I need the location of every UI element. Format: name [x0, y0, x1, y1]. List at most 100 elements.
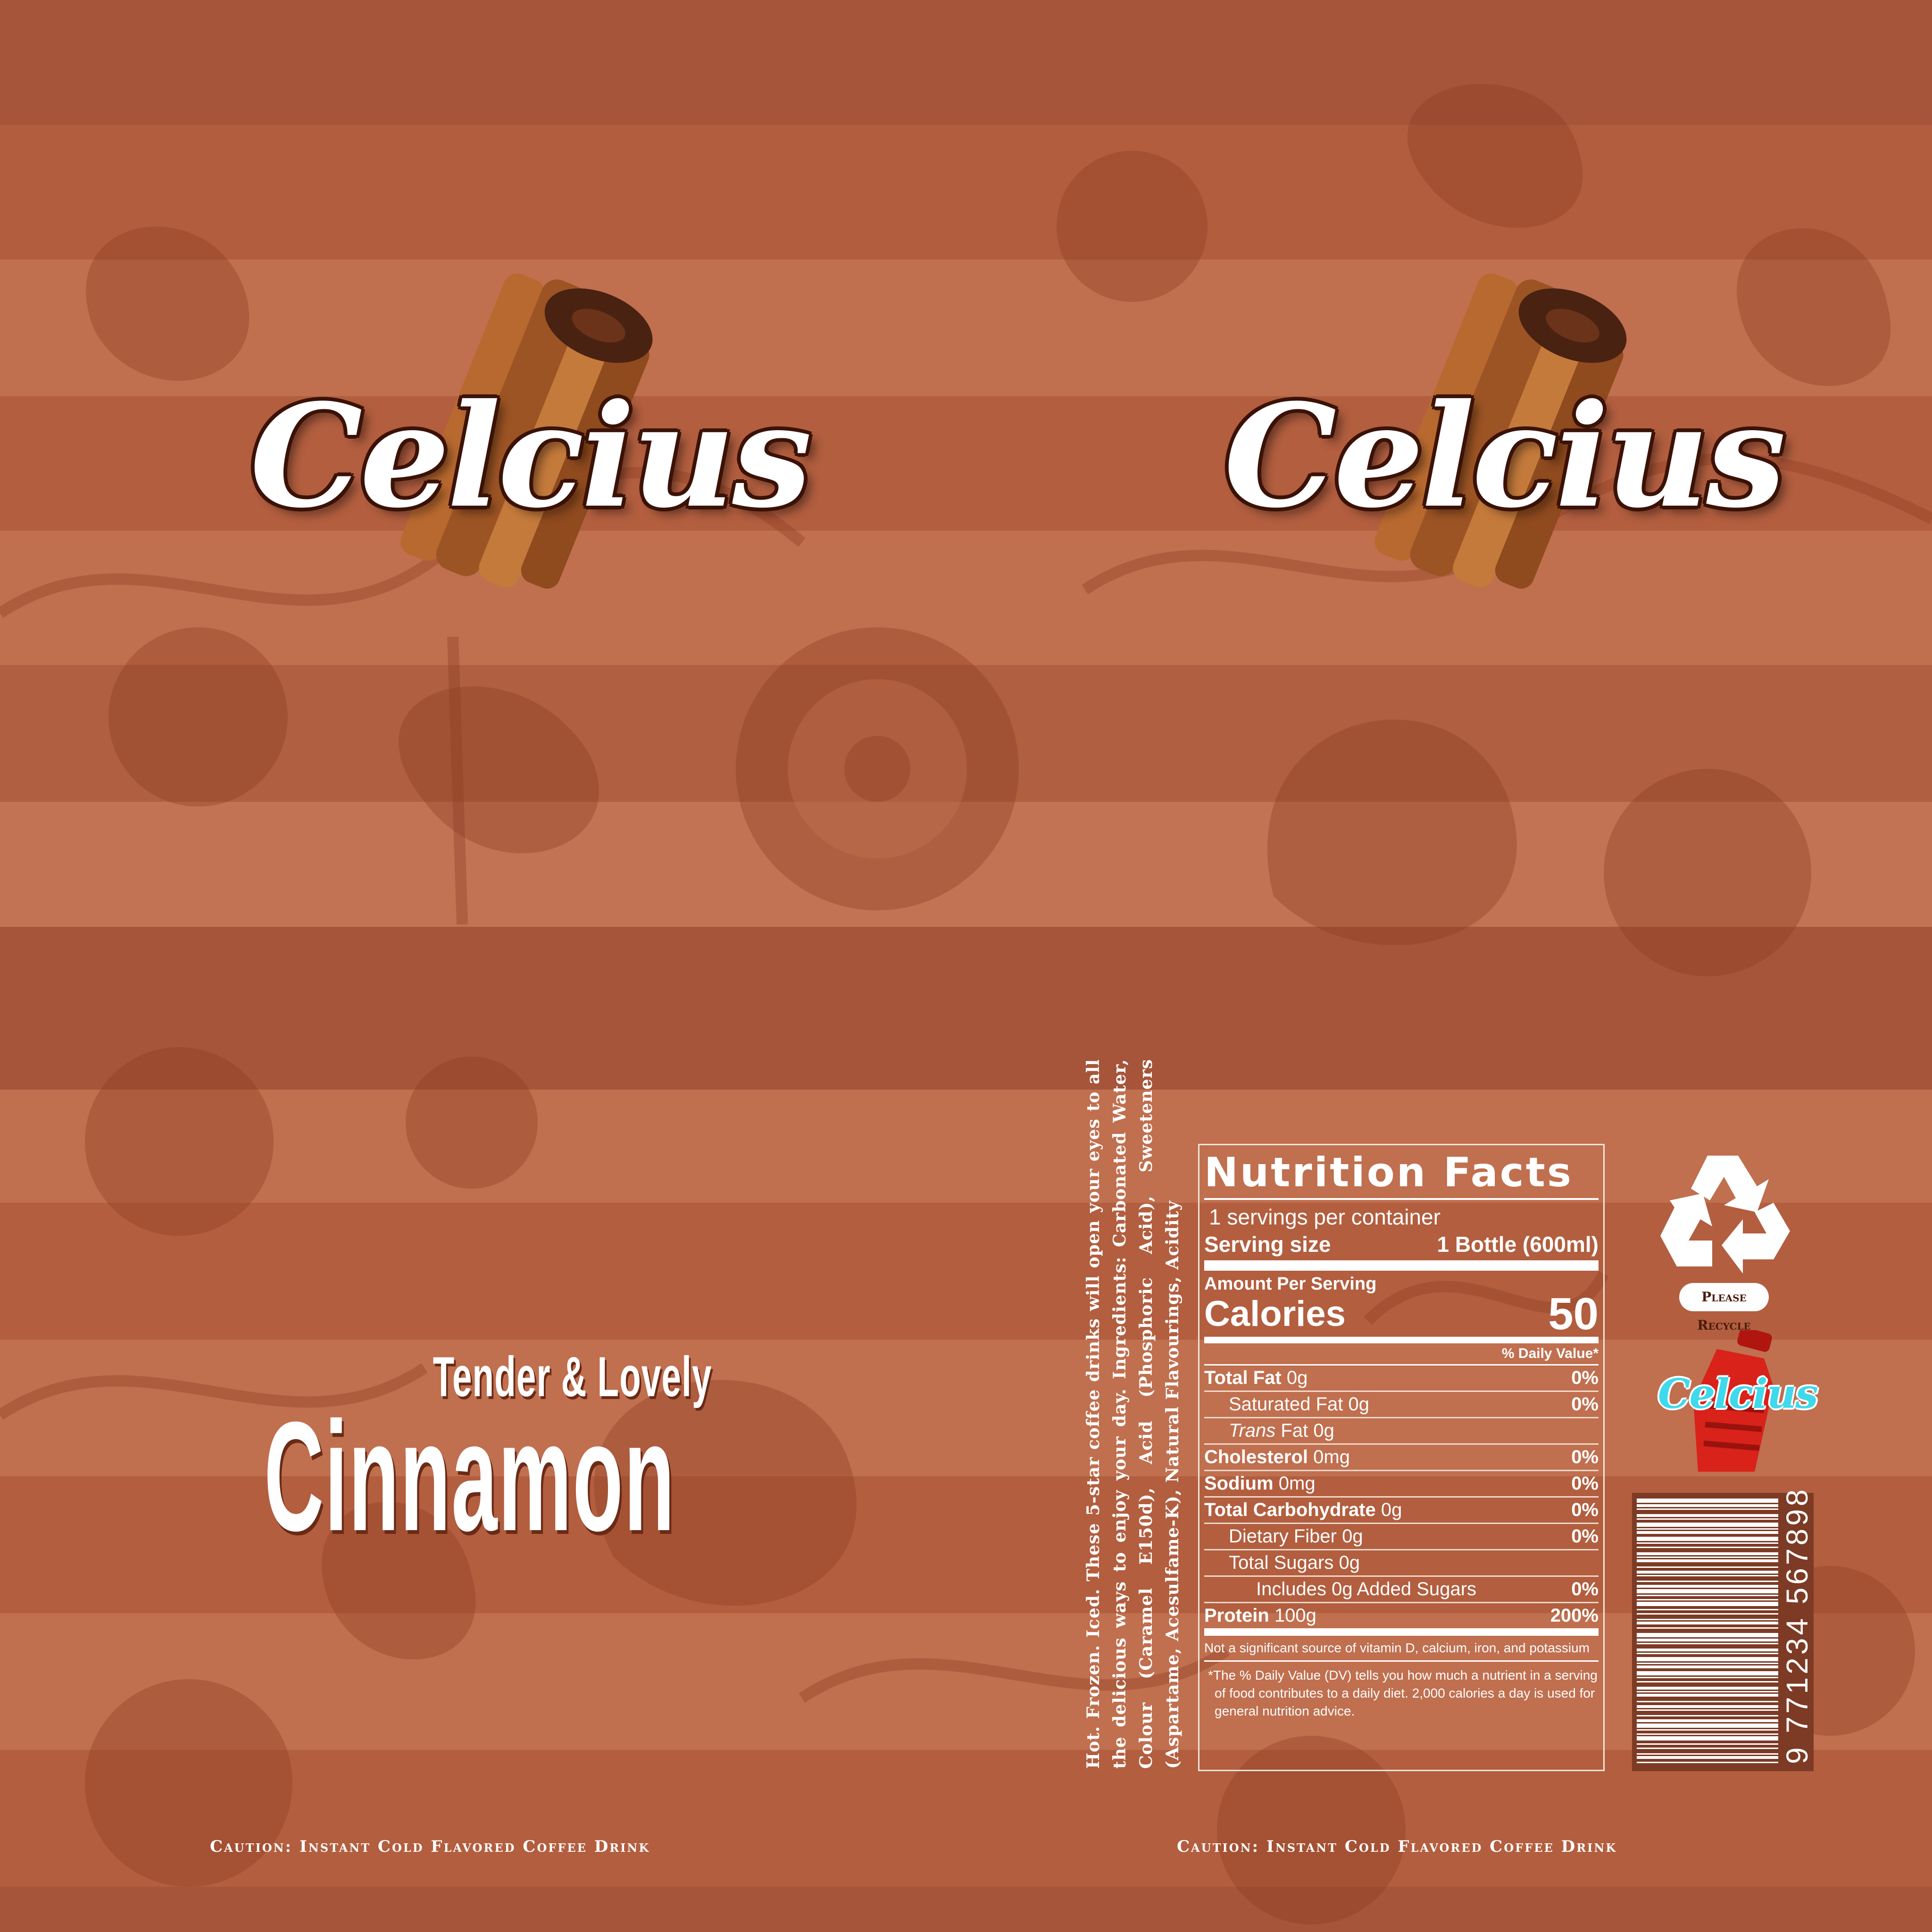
nutrient-row: Includes 0g Added Sugars 0%	[1204, 1577, 1599, 1603]
barcode-bar	[1637, 1756, 1778, 1759]
barcode-number: 9 771234 567898	[1780, 1486, 1814, 1764]
barcode-bar	[1637, 1649, 1778, 1651]
barcode-bar	[1637, 1715, 1778, 1716]
nutrient-amount: 0g	[1339, 1552, 1360, 1573]
barcode-bar	[1637, 1589, 1778, 1593]
nutrient-label: Trans	[1229, 1420, 1276, 1441]
nutrient-amount: 0g	[1348, 1394, 1370, 1415]
barcode-bar	[1637, 1552, 1778, 1555]
brand-logo-right: Celcius	[1224, 264, 1786, 604]
nutrient-label: Total Sugars	[1229, 1552, 1334, 1573]
barcode-bar	[1637, 1736, 1778, 1740]
barcode-bar	[1637, 1663, 1778, 1664]
nutrient-row: Saturated Fat 0g 0%	[1204, 1392, 1599, 1418]
nutrient-row: Total Sugars 0g	[1204, 1550, 1599, 1577]
barcode-bar	[1637, 1547, 1778, 1548]
barcode-bar	[1637, 1694, 1778, 1697]
nutrient-label: Includes 0g Added Sugars	[1256, 1579, 1477, 1599]
barcode-bar	[1637, 1681, 1778, 1682]
barcode-bar	[1637, 1705, 1778, 1708]
calories-label: Calories	[1204, 1294, 1346, 1334]
barcode-bar	[1637, 1585, 1778, 1588]
barcode-bar	[1637, 1602, 1778, 1606]
daily-value-header: % Daily Value*	[1204, 1343, 1599, 1366]
barcode-bar	[1637, 1691, 1778, 1692]
barcode-bar	[1637, 1709, 1778, 1711]
barcode-bar	[1637, 1748, 1778, 1749]
calories-row: Calories 50	[1204, 1289, 1599, 1343]
barcode-bar	[1637, 1531, 1778, 1534]
brand-logo-left: Celcius	[250, 264, 812, 604]
nutrient-label: Total Fat	[1204, 1367, 1282, 1388]
barcode-bar	[1637, 1639, 1778, 1641]
nutrient-label: Cholesterol	[1204, 1447, 1308, 1467]
caution-text-left: Caution: Instant Cold Flavored Coffee Dr…	[210, 1837, 650, 1856]
barcode-bar	[1637, 1643, 1778, 1644]
nutrition-facts-panel: Nutrition Facts 1 servings per container…	[1198, 1144, 1605, 1771]
nutrient-row: Cholesterol 0mg 0%	[1204, 1445, 1599, 1471]
serving-size-value: 1 Bottle (600ml)	[1437, 1232, 1599, 1257]
divider	[1204, 1198, 1599, 1200]
barcode-bar	[1637, 1609, 1778, 1610]
nutrient-amount: 0g	[1286, 1367, 1308, 1388]
servings-per-container: 1 servings per container	[1209, 1205, 1441, 1229]
barcode-bar	[1637, 1575, 1778, 1576]
nutrient-amount: 0g	[1381, 1499, 1402, 1520]
nutrient-percent: 0%	[1571, 1473, 1599, 1494]
nutrient-amount: 0g	[1313, 1420, 1334, 1441]
nutrient-label: Total Carbohydrate	[1204, 1499, 1376, 1520]
nutrient-label-suffix: Fat	[1281, 1420, 1308, 1441]
barcode-bar	[1637, 1627, 1778, 1629]
nutrition-note: Not a significant source of vitamin D, c…	[1204, 1636, 1599, 1662]
barcode-bar	[1637, 1687, 1778, 1690]
barcode-bar	[1637, 1671, 1778, 1675]
barcode-bar	[1637, 1677, 1778, 1678]
brand-wordmark: Celcius	[250, 373, 812, 539]
barcode-bar	[1637, 1733, 1778, 1735]
nutrient-amount: 100g	[1274, 1605, 1316, 1626]
calories-value: 50	[1548, 1289, 1599, 1339]
ingredients-text: Hot. Frozen. Iced. These 5-star coffee d…	[1083, 1059, 1183, 1769]
barcode-bar	[1637, 1753, 1778, 1755]
barcode-bar	[1637, 1514, 1778, 1517]
barcode-bar	[1637, 1701, 1778, 1702]
barcode-bar	[1637, 1508, 1778, 1510]
nutrient-percent: 0%	[1571, 1526, 1599, 1547]
nutrient-percent: 0%	[1571, 1499, 1599, 1520]
barcode-bar	[1637, 1762, 1778, 1763]
bottle-brand-wordmark: Celcius	[1658, 1370, 1818, 1418]
barcode-bar	[1637, 1581, 1778, 1582]
nutrient-label: Dietary Fiber	[1229, 1526, 1337, 1547]
nutrient-amount: 0g	[1342, 1526, 1363, 1547]
barcode-bar	[1637, 1542, 1778, 1544]
barcode-bar	[1637, 1557, 1778, 1558]
barcode-bar	[1637, 1622, 1778, 1624]
barcode-bar	[1637, 1559, 1778, 1562]
barcode-bar	[1637, 1719, 1778, 1722]
nutrient-percent: 0%	[1571, 1394, 1599, 1415]
barcode-bar	[1637, 1523, 1778, 1527]
barcode-bar	[1637, 1743, 1778, 1745]
barcode-bar	[1637, 1729, 1778, 1731]
serving-size-label: Serving size	[1204, 1232, 1331, 1257]
nutrient-percent: 200%	[1550, 1605, 1599, 1626]
nutrient-row: Protein 100g 200%	[1204, 1603, 1599, 1636]
caution-text-right: Caution: Instant Cold Flavored Coffee Dr…	[1177, 1837, 1617, 1856]
barcode-bar	[1637, 1537, 1778, 1541]
barcode-bar	[1637, 1528, 1778, 1530]
barcode-bar	[1637, 1595, 1778, 1596]
nutrient-row: Total Fat 0g 0%	[1204, 1366, 1599, 1392]
nutrition-footnote: *The % Daily Value (DV) tells you how mu…	[1208, 1668, 1598, 1718]
barcode-bar	[1637, 1613, 1778, 1615]
barcode-bar	[1637, 1653, 1778, 1654]
nutrient-amount: 0mg	[1278, 1473, 1316, 1494]
nutrient-label: Saturated Fat	[1229, 1394, 1343, 1415]
amount-per-serving: Amount Per Serving	[1204, 1274, 1377, 1294]
nutrient-percent: 0%	[1571, 1579, 1599, 1599]
barcode-bar	[1637, 1571, 1778, 1574]
product-name: Cinnamon	[264, 1389, 675, 1563]
barcode-bar	[1637, 1619, 1778, 1620]
nutrient-row: Total Carbohydrate 0g 0%	[1204, 1498, 1599, 1524]
brand-wordmark: Celcius	[1224, 373, 1786, 539]
barcode-bar	[1637, 1504, 1778, 1507]
